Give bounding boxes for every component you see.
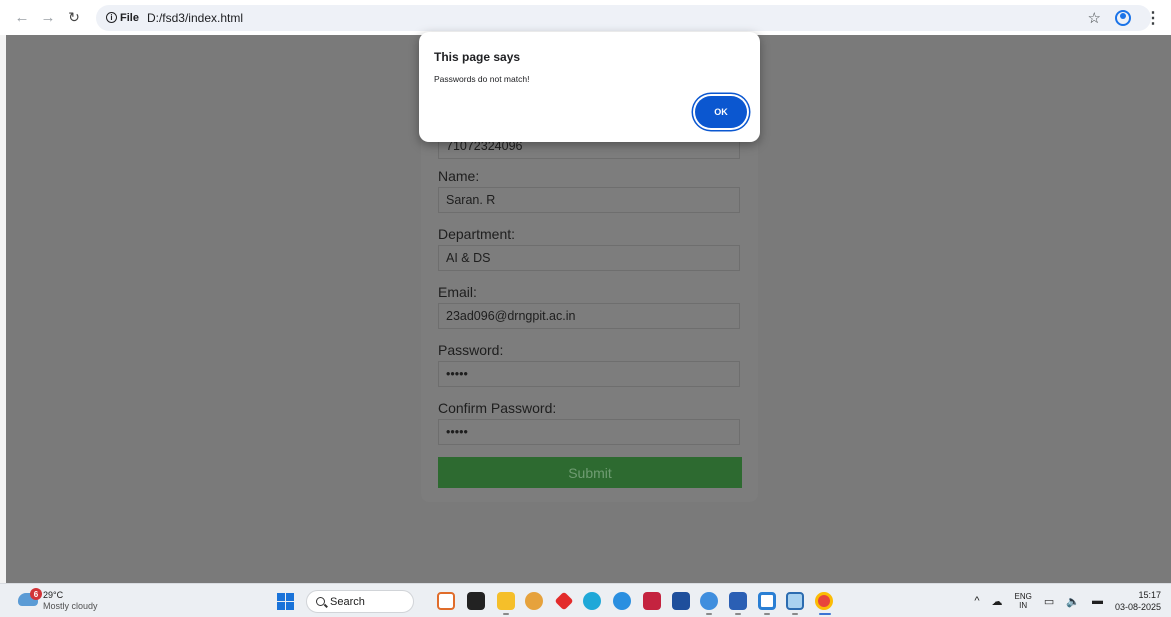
email-label: Email: <box>438 284 477 300</box>
back-arrow-icon[interactable]: ← <box>10 6 34 30</box>
language-indicator[interactable]: ENG IN <box>1015 592 1032 610</box>
bookmark-star-icon[interactable]: ☆ <box>1088 9 1101 27</box>
notepad-icon[interactable] <box>786 592 804 610</box>
url-text: D:/fsd3/index.html <box>146 10 243 25</box>
copilot-app-icon[interactable] <box>437 592 455 610</box>
task-view-icon[interactable] <box>467 592 485 610</box>
taskbar-search[interactable]: Search <box>306 590 414 613</box>
weather-widget[interactable]: 6 29°C Mostly cloudy <box>18 588 138 614</box>
clock[interactable]: 15:17 03-08-2025 <box>1115 589 1161 613</box>
search-label: Search <box>330 595 365 608</box>
weather-badge: 6 <box>30 588 42 600</box>
department-input[interactable]: AI & DS <box>438 245 740 271</box>
weather-temperature: 29°C <box>43 590 64 600</box>
password-input[interactable]: ••••• <box>438 361 740 387</box>
url-scheme: File <box>120 11 139 24</box>
taskbar: 6 29°C Mostly cloudy Search ^ ☁ ENG IN ▭… <box>0 583 1171 617</box>
network-icon[interactable]: ▭ <box>1044 595 1054 608</box>
mcafee-icon[interactable] <box>643 592 661 610</box>
dialog-message: Passwords do not match! <box>434 74 530 84</box>
email-input[interactable]: 23ad096@drngpit.ac.in <box>438 303 740 329</box>
store-icon[interactable] <box>672 592 690 610</box>
submit-button[interactable]: Submit <box>438 457 742 488</box>
weather-description: Mostly cloudy <box>43 601 98 611</box>
word-icon[interactable] <box>729 592 747 610</box>
system-tray: ^ ☁ ENG IN ▭ 🔈 ▬ 15:17 03-08-2025 <box>974 588 1161 614</box>
name-label: Name: <box>438 168 480 184</box>
windows-start-icon[interactable] <box>277 593 294 610</box>
battery-icon[interactable]: ▬ <box>1092 595 1103 607</box>
confirm-password-input[interactable]: ••••• <box>438 419 740 445</box>
confirm-password-label: Confirm Password: <box>438 400 557 416</box>
address-bar[interactable]: i File D:/fsd3/index.html <box>96 4 1151 31</box>
menu-kebab-icon[interactable]: ⋮ <box>1145 8 1161 28</box>
browser-toolbar: ← → ↻ i File D:/fsd3/index.html ☆ ⋮ <box>0 0 1171 35</box>
department-label: Department: <box>438 226 516 242</box>
copilot-icon[interactable] <box>525 592 543 610</box>
dialog-title: This page says <box>434 50 521 64</box>
chrome-icon[interactable] <box>815 592 833 610</box>
search-icon <box>316 597 325 606</box>
internet-explorer-icon[interactable] <box>613 592 631 610</box>
alert-dialog: This page says Passwords do not match! O… <box>419 32 760 142</box>
cloud-sync-icon[interactable]: ☁ <box>992 595 1003 608</box>
reload-icon[interactable]: ↻ <box>62 6 86 30</box>
file-explorer-icon[interactable] <box>497 592 515 610</box>
ok-button[interactable]: OK <box>695 96 747 128</box>
edge-dev-icon[interactable] <box>700 592 718 610</box>
volume-muted-icon[interactable]: 🔈 <box>1066 595 1080 608</box>
info-icon: i <box>106 12 117 23</box>
vscode-icon[interactable] <box>758 592 776 610</box>
site-info-chip[interactable]: i File <box>106 12 139 24</box>
forward-arrow-icon[interactable]: → <box>36 6 60 30</box>
name-input[interactable]: Saran. R <box>438 187 740 213</box>
profile-icon[interactable] <box>1115 9 1131 26</box>
red-diamond-app-icon[interactable] <box>554 591 574 611</box>
chevron-up-icon[interactable]: ^ <box>974 595 979 607</box>
password-label: Password: <box>438 342 504 358</box>
edge-browser-icon[interactable] <box>583 592 601 610</box>
